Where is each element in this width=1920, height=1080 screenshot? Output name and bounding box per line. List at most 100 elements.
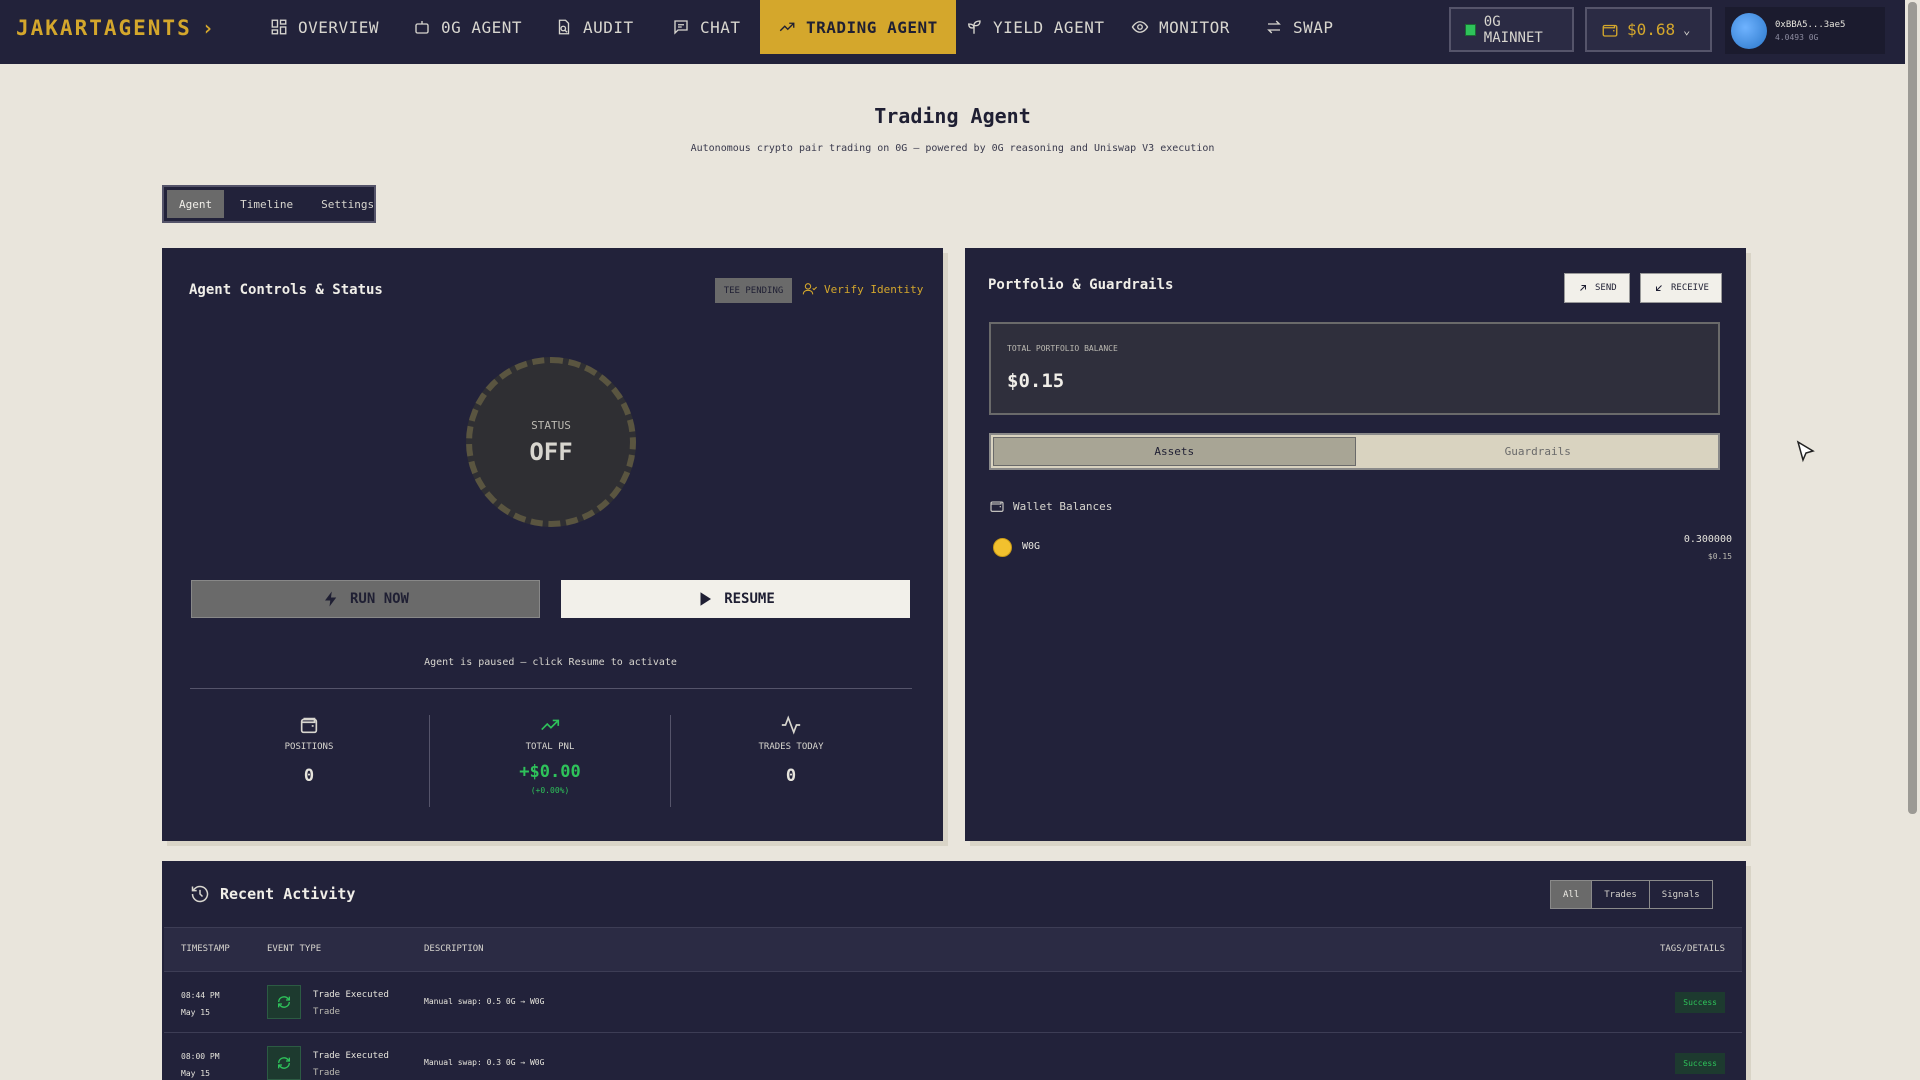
stat-trades-today: TRADES TODAY 0	[671, 714, 911, 786]
status-badge: Success	[1675, 1053, 1725, 1074]
eye-icon	[1131, 21, 1149, 33]
tab-settings[interactable]: Settings	[309, 190, 386, 218]
chevron-down-icon: ⌄	[1683, 22, 1691, 37]
asset-amount: 0.300000	[1683, 534, 1732, 545]
run-now-button[interactable]: RUN NOW	[191, 580, 540, 618]
nav-label: MONITOR	[1159, 17, 1230, 37]
file-search-icon	[558, 19, 570, 35]
user-check-icon	[802, 283, 818, 295]
tab-timeline[interactable]: Timeline	[228, 190, 305, 218]
page-tabs: Agent Timeline Settings	[162, 185, 376, 223]
segment-assets[interactable]: Assets	[993, 437, 1356, 466]
resume-button[interactable]: RESUME	[561, 580, 910, 618]
event-description: Manual swap: 0.5 0G → W0G	[424, 997, 545, 1006]
play-icon	[700, 592, 712, 606]
table-row[interactable]: 08:44 PM May 15 Trade Executed Trade Manua…	[164, 973, 1742, 1033]
nav-label: OVERVIEW	[298, 17, 380, 37]
column-header: TIMESTAMP	[181, 944, 230, 954]
nav-swap[interactable]: SWAP	[1247, 0, 1352, 54]
table-row[interactable]: 08:00 PM May 15 Trade Executed Trade Manua…	[164, 1034, 1742, 1080]
total-balance-value: $0.15	[1007, 370, 1065, 392]
lightning-icon	[324, 591, 337, 607]
scrollbar-thumb[interactable]	[1908, 2, 1917, 814]
paused-message: Agent is paused — click Resume to activa…	[424, 657, 677, 668]
table-header: TIMESTAMP EVENT TYPE DESCRIPTION TAGS/DE…	[164, 927, 1742, 972]
nav-label: AUDIT	[583, 17, 634, 37]
balance-dropdown[interactable]: $0.68 ⌄	[1585, 7, 1712, 52]
stat-label: POSITIONS	[284, 742, 334, 752]
status-badge: Success	[1675, 992, 1725, 1013]
nav-yield-agent[interactable]: YIELD AGENT	[947, 0, 1122, 54]
status-value: OFF	[529, 437, 573, 466]
page-subtitle: Autonomous crypto pair trading on 0G — p…	[690, 143, 1215, 154]
brand-name: JAKARTAGENTS	[16, 16, 192, 40]
receive-button[interactable]: RECEIVE	[1640, 273, 1722, 303]
nav-chat[interactable]: CHAT	[654, 0, 759, 54]
nav-label: YIELD AGENT	[993, 17, 1105, 37]
column-header: DESCRIPTION	[424, 944, 484, 954]
total-balance-box: TOTAL PORTFOLIO BALANCE $0.15	[989, 322, 1720, 415]
balance-value: $0.68	[1627, 20, 1676, 39]
resume-label: RESUME	[724, 591, 775, 607]
network-label: 0G MAINNET	[1483, 13, 1543, 46]
stat-value: 0	[785, 766, 797, 786]
nav-monitor[interactable]: MONITOR	[1113, 0, 1248, 54]
filter-all[interactable]: All	[1551, 881, 1593, 908]
send-label: SEND	[1595, 283, 1617, 293]
receive-label: RECEIVE	[1671, 283, 1709, 293]
scrollbar[interactable]	[1905, 0, 1920, 1080]
stat-value: +$0.00	[519, 762, 581, 782]
nav-label: TRADING AGENT	[806, 17, 938, 37]
stat-total-pnl: TOTAL PNL +$0.00 (+0.00%)	[430, 714, 670, 795]
stat-percent: (+0.00%)	[530, 786, 570, 795]
avatar	[1731, 12, 1767, 49]
account-button[interactable]: 0xBBA5...3ae5 4.0493 0G	[1725, 7, 1885, 54]
activity-icon	[781, 715, 801, 735]
column-header: EVENT TYPE	[267, 944, 322, 954]
send-button[interactable]: SEND	[1564, 273, 1630, 303]
verify-label: Verify Identity	[824, 282, 924, 296]
tab-agent[interactable]: Agent	[167, 190, 225, 218]
segment-guardrails[interactable]: Guardrails	[1358, 435, 1719, 468]
agent-status-dial: STATUS OFF	[466, 357, 636, 527]
refresh-icon	[267, 1046, 301, 1080]
recent-activity-title: Recent Activity	[220, 885, 356, 903]
chat-icon	[674, 20, 688, 35]
sprout-icon	[968, 20, 981, 34]
robot-icon	[415, 21, 429, 34]
tee-status-badge: TEE PENDING	[715, 278, 792, 303]
brand-logo[interactable]: JAKARTAGENTS ›	[16, 16, 216, 40]
stat-label: TOTAL PNL	[525, 742, 575, 752]
verify-identity-link[interactable]: Verify Identity	[802, 281, 923, 297]
nav-audit[interactable]: AUDIT	[537, 0, 652, 54]
nav-overview[interactable]: OVERVIEW	[252, 0, 397, 54]
divider	[190, 688, 912, 689]
portfolio-segment-control: Assets Guardrails	[989, 433, 1720, 470]
wallet-balances-header: Wallet Balances	[989, 498, 1112, 514]
event-description: Manual swap: 0.3 0G → W0G	[424, 1058, 545, 1067]
network-selector[interactable]: 0G MAINNET	[1449, 7, 1574, 52]
event-type: Trade Executed Trade	[313, 1051, 389, 1078]
chevron-right-icon: ›	[201, 16, 216, 40]
wallet-icon	[1602, 24, 1618, 37]
account-address: 0xBBA5...3ae5	[1775, 19, 1846, 30]
filter-trades[interactable]: Trades	[1592, 881, 1650, 908]
nav-trading-agent[interactable]: TRADING AGENT	[760, 0, 956, 54]
arrow-up-right-icon	[1580, 285, 1586, 291]
stat-value: 0	[303, 766, 315, 786]
mouse-cursor-icon	[1796, 440, 1815, 463]
w0g-coin-icon	[993, 538, 1012, 557]
portfolio-title: Portfolio & Guardrails	[988, 277, 1174, 293]
nav-label: SWAP	[1293, 17, 1334, 37]
agent-controls-title: Agent Controls & Status	[189, 282, 383, 298]
activity-filter: All Trades Signals	[1550, 880, 1713, 909]
asset-symbol: W0G	[1022, 541, 1041, 552]
filter-signals[interactable]: Signals	[1650, 881, 1712, 908]
asset-usd-value: $0.15	[1707, 552, 1732, 561]
arrow-down-left-icon	[1656, 285, 1662, 291]
account-amount: 4.0493 0G	[1775, 32, 1819, 42]
event-type: Trade Executed Trade	[313, 990, 389, 1017]
swap-icon	[1267, 20, 1281, 34]
nav-0g-agent[interactable]: 0G AGENT	[395, 0, 540, 54]
stat-label: TRADES TODAY	[758, 742, 824, 752]
